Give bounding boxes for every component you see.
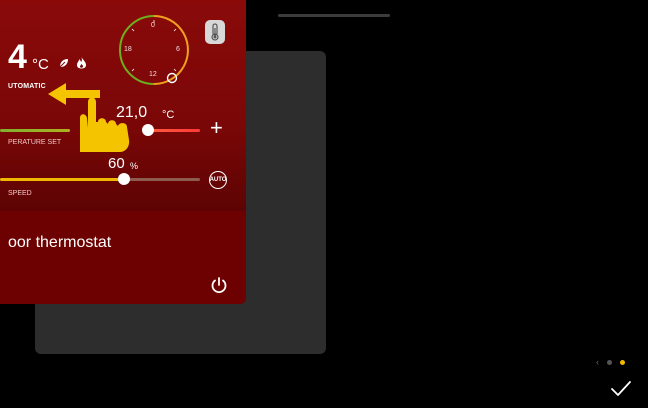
flame-icon — [76, 56, 87, 74]
page-indicator[interactable]: ‹ — [596, 358, 625, 367]
auto-speed-button[interactable]: AUTO — [209, 171, 227, 189]
mode-label: UTOMATIC — [8, 83, 46, 90]
thermometer-icon — [211, 23, 219, 41]
page-dot-2-active[interactable] — [620, 360, 625, 365]
drag-handle[interactable] — [278, 14, 390, 17]
schedule-dial[interactable]: 0 6 12 18 — [116, 12, 192, 88]
temperature-slider-track-high — [148, 129, 200, 132]
speed-slider-thumb[interactable] — [118, 173, 130, 185]
hand-swipe-icon — [44, 80, 144, 160]
power-button[interactable] — [210, 276, 228, 299]
speed-label: SPEED — [8, 190, 32, 197]
current-temperature-unit: °C — [32, 56, 49, 73]
confirm-button[interactable] — [610, 380, 632, 403]
speed-slider-fill — [0, 178, 124, 181]
speed-slider-track — [124, 178, 200, 181]
dial-label-12: 12 — [149, 71, 157, 78]
leaf-icon — [58, 56, 70, 74]
page-dot-1[interactable] — [607, 360, 612, 365]
power-icon — [211, 277, 227, 294]
chevron-left-icon[interactable]: ‹ — [596, 358, 599, 367]
speed-unit: % — [130, 161, 139, 171]
increase-temperature-button[interactable]: + — [210, 117, 223, 139]
dial-label-0: 0 — [151, 22, 155, 29]
set-temperature-unit: °C — [162, 109, 175, 121]
current-temperature: 4 — [8, 38, 27, 76]
widget-name: oor thermostat — [8, 234, 112, 251]
checkmark-icon — [611, 381, 631, 396]
dial-label-18: 18 — [124, 46, 132, 53]
thermometer-button[interactable] — [205, 20, 225, 44]
dial-label-6: 6 — [176, 46, 180, 53]
